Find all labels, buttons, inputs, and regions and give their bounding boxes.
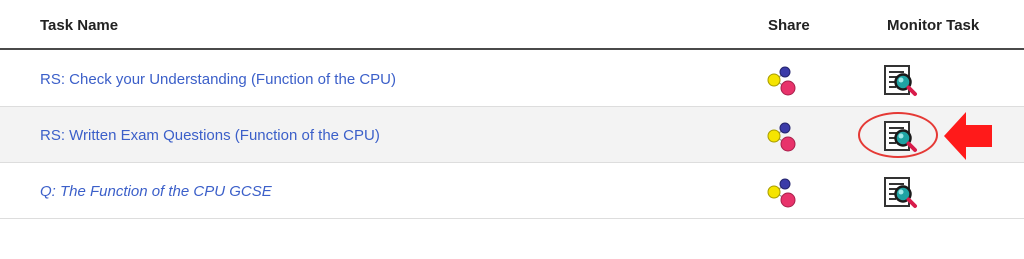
table-row: RS: Check your Understanding (Function o… bbox=[0, 51, 1024, 107]
task-link[interactable]: RS: Written Exam Questions (Function of … bbox=[40, 127, 380, 144]
task-link[interactable]: Q: The Function of the CPU GCSE bbox=[40, 183, 272, 200]
share-icon[interactable] bbox=[766, 121, 798, 153]
column-header-monitor-task: Monitor Task bbox=[887, 17, 980, 34]
monitor-task-icon[interactable] bbox=[882, 63, 922, 99]
table-header: Task Name Share Monitor Task bbox=[0, 0, 1024, 50]
table-row: RS: Written Exam Questions (Function of … bbox=[0, 107, 1024, 163]
task-link[interactable]: RS: Check your Understanding (Function o… bbox=[40, 71, 396, 88]
monitor-task-icon[interactable] bbox=[882, 175, 922, 211]
column-header-task-name: Task Name bbox=[40, 17, 119, 34]
monitor-task-icon[interactable] bbox=[882, 119, 922, 155]
share-icon[interactable] bbox=[766, 177, 798, 209]
task-table: Task Name Share Monitor Task RS: Check y… bbox=[0, 0, 1024, 259]
share-icon[interactable] bbox=[766, 65, 798, 97]
column-header-share: Share bbox=[768, 17, 810, 34]
table-row: Q: The Function of the CPU GCSE bbox=[0, 163, 1024, 219]
